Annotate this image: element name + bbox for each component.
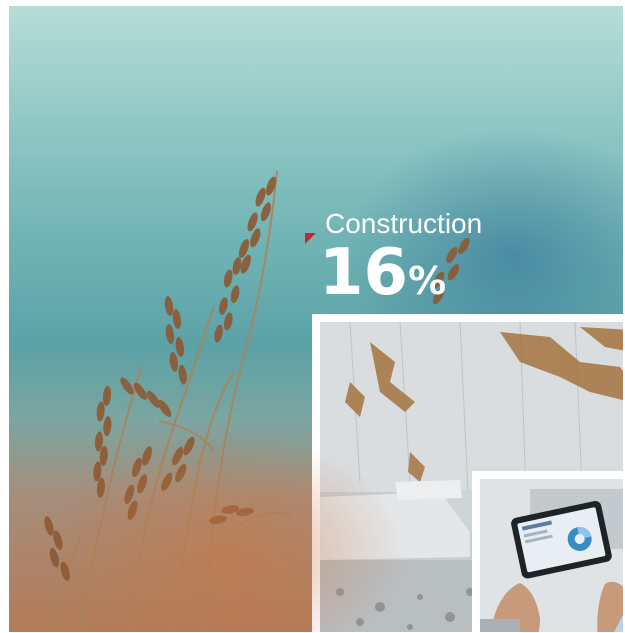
hero-image: Construction 16% xyxy=(9,6,623,632)
accent-triangle-icon xyxy=(305,233,316,244)
stat-unit: % xyxy=(408,259,447,303)
tablet-illustration xyxy=(480,479,623,632)
stat-number: 16 xyxy=(319,236,409,310)
tablet-in-hands-photo xyxy=(472,471,623,632)
stat-value: 16% xyxy=(319,241,446,305)
